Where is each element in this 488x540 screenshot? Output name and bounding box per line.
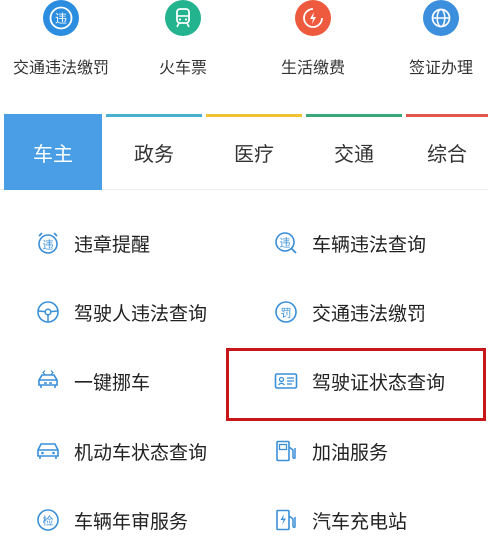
svg-text:违: 违: [55, 12, 67, 26]
svg-text:违: 违: [43, 239, 54, 252]
tab-medical[interactable]: 医疗: [206, 114, 302, 190]
violation-badge-icon: 违: [43, 0, 79, 36]
service-annual-inspection[interactable]: 检 车辆年审服务: [34, 495, 188, 540]
quick-service-traffic-fine[interactable]: 违 交通违法缴罚: [0, 0, 122, 100]
steering-wheel-icon: [34, 298, 62, 326]
service-vehicle-status-query[interactable]: 机动车状态查询: [34, 426, 207, 476]
service-fuel[interactable]: 加油服务: [272, 426, 388, 476]
tab-label: 交通: [334, 141, 374, 166]
quick-service-train-ticket[interactable]: 火车票: [122, 0, 244, 100]
tab-car-owner[interactable]: 车主: [4, 114, 102, 190]
tab-government[interactable]: 政务: [106, 114, 202, 190]
service-driver-violation-query[interactable]: 驾驶人违法查询: [34, 287, 207, 337]
service-label: 加油服务: [312, 441, 389, 464]
quick-service-utility-bills[interactable]: 生活缴费: [252, 0, 374, 100]
quick-service-label: 火车票: [158, 58, 207, 77]
fine-payment-icon: 罚: [272, 298, 300, 326]
service-charging-station[interactable]: 汽车充电站: [272, 495, 407, 540]
tab-label: 综合: [427, 141, 467, 166]
violation-search-icon: 违: [272, 229, 300, 257]
move-car-icon: [34, 367, 62, 395]
fuel-pump-icon: [272, 437, 300, 465]
service-label: 一键挪车: [74, 371, 151, 394]
service-violation-reminder[interactable]: 违 违章提醒: [34, 218, 150, 268]
quick-service-visa[interactable]: 签证办理: [380, 0, 488, 100]
svg-text:罚: 罚: [281, 307, 292, 320]
svg-text:违: 违: [280, 237, 291, 250]
service-label: 违章提醒: [74, 233, 151, 256]
service-label: 机动车状态查询: [74, 441, 208, 464]
service-move-car[interactable]: 一键挪车: [34, 356, 150, 406]
globe-icon: [423, 0, 459, 36]
quick-service-label: 交通违法缴罚: [12, 58, 109, 77]
quick-service-label: 签证办理: [408, 58, 473, 77]
service-label: 交通违法缴罚: [312, 302, 427, 325]
lightning-bill-icon: [295, 0, 331, 36]
service-vehicle-violation-query[interactable]: 违 车辆违法查询: [272, 218, 426, 268]
charging-station-icon: [272, 506, 300, 534]
service-label: 车辆年审服务: [74, 510, 189, 533]
quick-services-row: 违 交通违法缴罚 火车票 生活缴费 签证办理: [0, 0, 488, 100]
highlight-box: [226, 348, 486, 421]
violation-alarm-icon: 违: [34, 229, 62, 257]
service-label: 驾驶人违法查询: [74, 302, 208, 325]
tab-label: 医疗: [234, 141, 274, 166]
car-status-icon: [34, 437, 62, 465]
service-traffic-fine-payment[interactable]: 罚 交通违法缴罚: [272, 287, 426, 337]
service-label: 车辆违法查询: [312, 233, 427, 256]
category-tabs: 车主 政务 医疗 交通 综合: [0, 114, 488, 190]
inspection-badge-icon: 检: [34, 506, 62, 534]
quick-service-label: 生活缴费: [280, 58, 345, 77]
train-icon: [165, 0, 201, 36]
service-label: 汽车充电站: [312, 510, 408, 533]
svg-text:检: 检: [43, 514, 54, 528]
tab-label: 车主: [33, 141, 73, 166]
tab-transport[interactable]: 交通: [306, 114, 402, 190]
tab-label: 政务: [134, 141, 174, 166]
tab-general[interactable]: 综合: [406, 114, 488, 190]
